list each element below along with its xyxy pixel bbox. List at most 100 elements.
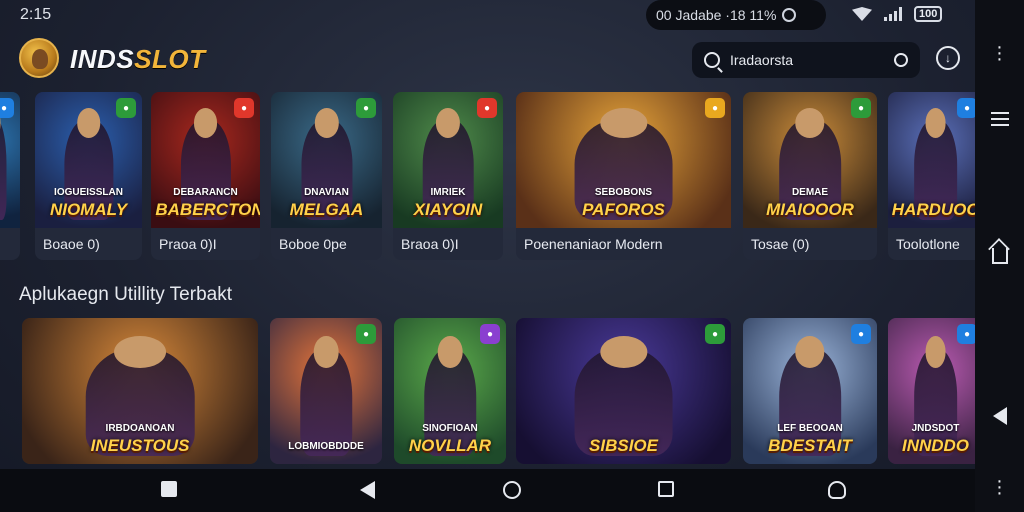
card-title: HARDUOOR	[891, 200, 975, 219]
card-title: INEUSTOUS	[90, 436, 190, 455]
app-card[interactable]: LOBMIOBDDDE ●	[270, 318, 382, 464]
navigation-bar	[0, 469, 975, 512]
app-thumbnail: SINOFIOAN NOVLLAR ●	[394, 318, 506, 464]
card-badge-icon: ●	[705, 324, 725, 344]
card-caption: Poenenaniaor Modern	[524, 236, 663, 252]
card-badge-icon: ●	[0, 98, 14, 118]
home-rail-button[interactable]	[975, 248, 1024, 264]
more-top-icon[interactable]: · · ·	[975, 37, 1024, 69]
card-subtitle: IRBDOANOAN	[105, 423, 175, 434]
app-thumbnail: ●	[0, 92, 20, 228]
app-card[interactable]: IOGUEISSLAN NIOMALY ● Boaoe 0)	[35, 92, 142, 260]
wifi-icon	[852, 7, 872, 21]
search-icon	[704, 52, 720, 68]
app-thumbnail: JNDSDOT INNDDO ●	[888, 318, 975, 464]
back-icon[interactable]	[360, 481, 375, 499]
status-pill[interactable]: 00 Jadabe ·18 11%	[646, 0, 826, 30]
card-caption: Boaoe 0)	[43, 236, 100, 252]
home-rail-icon	[991, 248, 1008, 264]
card-caption: Tosae (0)	[751, 236, 810, 252]
assistant-icon[interactable]	[828, 481, 846, 499]
app-card[interactable]: SIBSIOE ●	[516, 318, 731, 464]
app-thumbnail: IMRIEK XIAYOIN ●	[393, 92, 503, 228]
featured-row: ●lo IOGUEISSLAN NIOMALY ● Boaoe 0) DEBARANCN B…	[0, 92, 975, 260]
card-title: MELGAA	[289, 200, 364, 219]
menu-button[interactable]	[975, 112, 1024, 126]
app-thumbnail: HARDUOOR ●	[888, 92, 975, 228]
app-thumbnail: DEMAE MIAIOOOR ●	[743, 92, 877, 228]
card-badge-icon: ●	[705, 98, 725, 118]
hero-head	[437, 335, 463, 368]
card-subtitle: JNDSDOT	[911, 423, 960, 434]
brand-name: INDSSLOT	[70, 44, 205, 75]
card-subtitle: IMRIEK	[430, 187, 466, 198]
home-icon[interactable]	[503, 481, 521, 499]
card-title: BDESTAIT	[768, 436, 852, 455]
hero-head	[925, 108, 946, 139]
hero-head	[599, 108, 648, 139]
app-thumbnail: IOGUEISSLAN NIOMALY ●	[35, 92, 142, 228]
signal-icon	[884, 7, 902, 21]
card-subtitle: DNAVIAN	[304, 187, 349, 198]
app-card[interactable]: DNAVIAN MELGAA ● Boboe 0pe	[271, 92, 382, 260]
card-badge-icon: ●	[480, 324, 500, 344]
card-caption: Braoa 0)I	[401, 236, 459, 252]
stop-icon[interactable]	[161, 481, 177, 497]
card-caption: Toolotlone	[896, 236, 960, 252]
app-card[interactable]: DEMAE MIAIOOOR ● Tosae (0)	[743, 92, 877, 260]
app-thumbnail: LOBMIOBDDDE ●	[270, 318, 382, 464]
app-card[interactable]: IRBDOANOAN INEUSTOUS	[22, 318, 258, 464]
app-card[interactable]: SEBOBONS PAFOROS ● Poenenaniaor Modern	[516, 92, 731, 260]
brand-main: INDS	[70, 44, 135, 74]
more-bottom-icon[interactable]: · · ·	[975, 471, 1024, 503]
card-caption: Praoa 0)I	[159, 236, 217, 252]
app-card[interactable]: SINOFIOAN NOVLLAR ●	[394, 318, 506, 464]
status-time: 2:15	[20, 6, 52, 23]
back-rail-icon	[992, 407, 1007, 425]
app-card[interactable]: JNDSDOT INNDDO ●	[888, 318, 975, 464]
hero-figure	[0, 119, 7, 220]
mic-icon[interactable]	[892, 51, 910, 69]
card-title: NIOMALY	[49, 200, 128, 219]
download-button[interactable]: ↓	[936, 46, 960, 70]
card-title: PAFOROS	[582, 200, 665, 219]
card-badge-icon: ●	[116, 98, 136, 118]
back-rail-button[interactable]	[975, 407, 1024, 425]
search-bar[interactable]: Iradaorsta	[692, 42, 920, 78]
recents-icon[interactable]	[658, 481, 674, 497]
app-card[interactable]: ●lo	[0, 92, 20, 260]
menu-icon	[990, 112, 1009, 126]
app-card[interactable]: HARDUOOR ● Toolotlone	[888, 92, 975, 260]
app-thumbnail: SIBSIOE ●	[516, 318, 731, 464]
brand-accent: SLOT	[134, 44, 206, 74]
download-icon: ↓	[945, 51, 951, 65]
card-badge-icon: ●	[957, 324, 975, 344]
status-bar: 2:15 00 Jadabe ·18 11% 100	[0, 0, 975, 30]
card-title: MIAIOOOR	[766, 200, 854, 219]
utility-row: IRBDOANOAN INEUSTOUS LOBMIOBDDDE ● SINOFIOAN…	[0, 318, 975, 464]
card-title: INNDDO	[901, 436, 970, 455]
battery-icon: 100	[914, 6, 943, 22]
hero-head	[193, 108, 218, 139]
card-badge-icon: ●	[234, 98, 254, 118]
hero-head	[435, 108, 461, 139]
search-input[interactable]: Iradaorsta	[730, 52, 884, 68]
app-screen: 2:15 00 Jadabe ·18 11% 100 INDSSLOT Irad…	[0, 0, 1024, 512]
app-card[interactable]: DEBARANCN BABERCTONS ● Praoa 0)I	[151, 92, 260, 260]
card-subtitle: LOBMIOBDDDE	[288, 441, 364, 452]
app-thumbnail: DEBARANCN BABERCTONS ●	[151, 92, 260, 228]
hero-head	[114, 335, 166, 368]
app-card[interactable]: IMRIEK XIAYOIN ● Braoa 0)I	[393, 92, 503, 260]
status-pill-text: 00 Jadabe ·18 11%	[656, 7, 777, 23]
card-subtitle: IOGUEISSLAN	[54, 187, 123, 198]
card-badge-icon: ●	[957, 98, 975, 118]
card-subtitle: SINOFIOAN	[422, 423, 478, 434]
card-subtitle: DEMAE	[791, 187, 829, 198]
hero-head	[76, 108, 101, 139]
app-thumbnail: LEF BEOOAN BDESTAIT ●	[743, 318, 877, 464]
section-title: Aplukaegn Utillity Terbakt	[19, 284, 232, 305]
app-logo[interactable]	[19, 38, 59, 78]
card-badge-icon: ●	[851, 324, 871, 344]
card-subtitle: LEF BEOOAN	[777, 423, 843, 434]
app-card[interactable]: LEF BEOOAN BDESTAIT ●	[743, 318, 877, 464]
